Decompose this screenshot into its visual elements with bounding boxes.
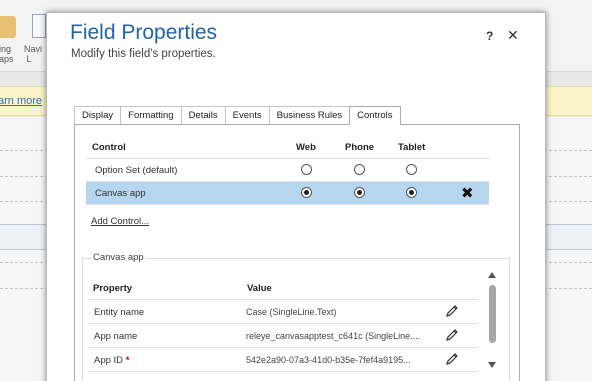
properties-table: Property Value Entity name Case (SingleL… (88, 278, 478, 372)
tab-controls[interactable]: Controls (349, 106, 401, 125)
web-radio[interactable] (301, 187, 312, 198)
property-row-entity-name[interactable]: Entity name Case (SingleLine.Text) (88, 300, 478, 324)
ribbon-page-icon (32, 14, 46, 38)
control-row-option-set[interactable]: Option Set (default) (86, 159, 489, 182)
required-marker: * (125, 355, 130, 366)
web-radio[interactable] (301, 164, 312, 175)
scroll-down-arrow-icon[interactable] (488, 362, 496, 368)
edit-pencil-icon[interactable] (445, 328, 459, 342)
phone-radio[interactable] (354, 164, 365, 175)
tab-display[interactable]: Display (74, 106, 122, 124)
help-button[interactable]: ? (486, 29, 493, 43)
add-control-link[interactable]: Add Control... (91, 216, 149, 227)
remove-control-icon[interactable]: ✖ (461, 184, 474, 202)
canvas-app-legend: Canvas app (91, 252, 146, 263)
tab-events[interactable]: Events (224, 106, 270, 124)
header-tablet: Tablet (398, 142, 426, 153)
edit-pencil-icon[interactable] (445, 304, 459, 318)
edit-pencil-icon[interactable] (445, 352, 459, 366)
controls-table: Control Web Phone Tablet Option Set (def… (86, 139, 489, 205)
close-button[interactable]: ✕ (507, 27, 519, 44)
property-name: App name (94, 331, 138, 342)
learn-more-link[interactable]: arn more (0, 95, 42, 107)
control-name: Canvas app (95, 188, 146, 199)
header-value: Value (247, 283, 272, 294)
ribbon-label-2: Navi L (24, 44, 43, 64)
tablet-radio[interactable] (406, 187, 417, 198)
header-phone: Phone (345, 142, 375, 153)
control-name: Option Set (default) (95, 165, 178, 176)
phone-radio[interactable] (354, 187, 365, 198)
property-name: Entity name (94, 307, 145, 318)
tab-formatting[interactable]: Formatting (120, 106, 182, 124)
tab-business-rules[interactable]: Business Rules (268, 106, 351, 124)
dialog-subtitle: Modify this field's properties. (71, 48, 216, 60)
header-property: Property (93, 283, 133, 294)
property-value: releye_canvasapptest_c641c (SingleLine..… (246, 331, 421, 341)
controls-table-header: Control Web Phone Tablet (86, 139, 489, 159)
ribbon-map-icon (0, 16, 16, 38)
property-name-text: App ID (94, 355, 124, 366)
ribbon-label-1: ing aps (0, 44, 14, 64)
property-value: 542e2a90-07a3-41d0-b35e-7fef4a9195... (246, 355, 411, 365)
property-row-app-id[interactable]: App ID * 542e2a90-07a3-41d0-b35e-7fef4a9… (88, 348, 478, 372)
control-row-canvas-app[interactable]: Canvas app ✖ (86, 182, 489, 205)
property-row-app-name[interactable]: App name releye_canvasapptest_c641c (Sin… (88, 324, 478, 348)
header-control: Control (92, 142, 126, 153)
properties-scrollbar[interactable] (486, 258, 500, 381)
properties-table-header: Property Value (88, 278, 478, 300)
tab-bar: Display Formatting Details Events Busine… (74, 106, 401, 125)
tab-details[interactable]: Details (180, 106, 226, 124)
property-name: App ID * (94, 355, 129, 366)
property-value: Case (SingleLine.Text) (246, 307, 337, 317)
tablet-radio[interactable] (406, 164, 417, 175)
scrollbar-thumb[interactable] (489, 285, 496, 343)
header-web: Web (296, 142, 316, 153)
dialog-title: Field Properties (70, 21, 218, 44)
scroll-up-arrow-icon[interactable] (488, 272, 496, 278)
